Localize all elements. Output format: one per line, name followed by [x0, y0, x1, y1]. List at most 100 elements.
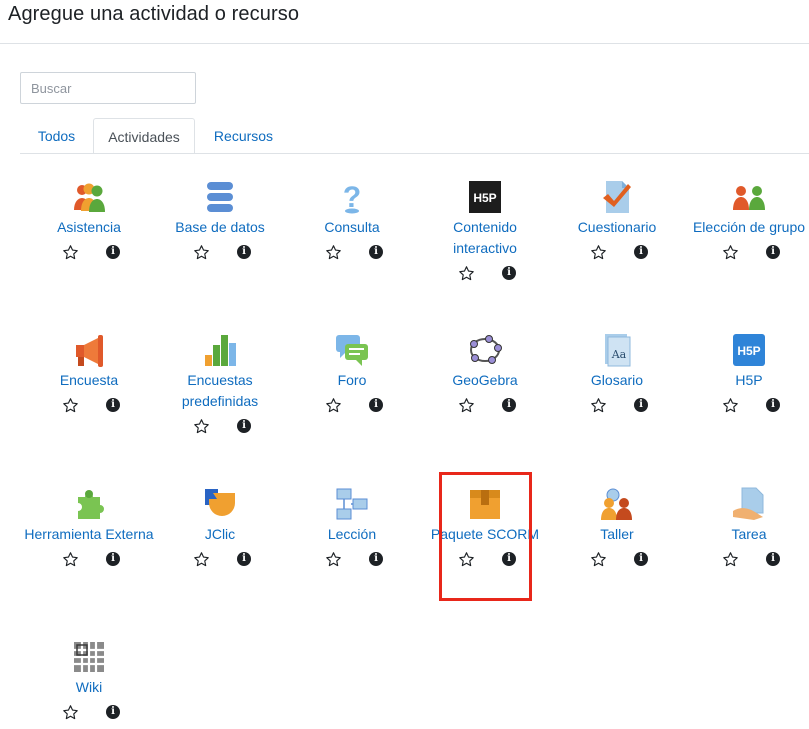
star-icon[interactable]	[722, 397, 739, 414]
activity-eleccion-de-grupo[interactable]: Elección de grupo i	[684, 180, 809, 264]
star-icon[interactable]	[193, 244, 210, 261]
activity-jclic[interactable]: JClic i	[155, 487, 285, 571]
star-icon[interactable]	[590, 551, 607, 568]
activity-name[interactable]: Consulta	[287, 217, 417, 238]
info-icon[interactable]: i	[106, 552, 120, 566]
h5p-dark-icon: H5P	[468, 180, 502, 214]
database-icon	[203, 180, 237, 214]
activity-taller[interactable]: Taller i	[552, 487, 682, 571]
activity-encuestas-predefinidas[interactable]: Encuestas predefinidas i	[155, 333, 285, 438]
activity-name[interactable]: Wiki	[24, 677, 154, 698]
tab-bar: Todos Actividades Recursos	[20, 118, 280, 154]
activity-tarea[interactable]: Tarea i	[684, 487, 809, 571]
tab-divider	[20, 153, 809, 154]
star-icon[interactable]	[590, 397, 607, 414]
activity-actions: i	[24, 244, 154, 264]
activity-name[interactable]: JClic	[155, 524, 285, 545]
activity-glosario[interactable]: Aa Glosario i	[552, 333, 682, 417]
assignment-icon	[732, 487, 766, 521]
activity-name[interactable]: GeoGebra	[420, 370, 550, 391]
star-icon[interactable]	[458, 265, 475, 282]
star-icon[interactable]	[325, 551, 342, 568]
activity-wiki[interactable]: Wiki i	[24, 640, 154, 724]
star-icon[interactable]	[722, 551, 739, 568]
svg-text:Aa: Aa	[611, 348, 627, 361]
info-icon[interactable]: i	[766, 398, 780, 412]
info-icon[interactable]: i	[766, 552, 780, 566]
jclic-icon	[203, 487, 237, 521]
lesson-icon	[335, 487, 369, 521]
activity-actions: i	[155, 418, 285, 438]
info-icon[interactable]: i	[106, 398, 120, 412]
activity-asistencia[interactable]: Asistencia i	[24, 180, 154, 264]
star-icon[interactable]	[325, 244, 342, 261]
info-icon[interactable]: i	[369, 245, 383, 259]
activity-contenido-interactivo[interactable]: H5P Contenido interactivo i	[420, 180, 550, 285]
star-icon[interactable]	[722, 244, 739, 261]
tab-todos[interactable]: Todos	[20, 118, 93, 154]
star-icon[interactable]	[458, 397, 475, 414]
bar-chart-icon	[203, 333, 237, 367]
megaphone-icon	[72, 333, 106, 367]
info-icon[interactable]: i	[106, 705, 120, 719]
activity-actions: i	[24, 397, 154, 417]
info-icon[interactable]: i	[502, 266, 516, 280]
activity-herramienta-externa[interactable]: Herramienta Externa i	[24, 487, 154, 571]
info-icon[interactable]: i	[369, 552, 383, 566]
activity-actions: i	[420, 265, 550, 285]
modal-title: Agregue una actividad o recurso	[8, 3, 300, 25]
activity-foro[interactable]: Foro i	[287, 333, 417, 417]
activity-actions: i	[552, 551, 682, 571]
info-icon[interactable]: i	[502, 398, 516, 412]
activity-actions: i	[684, 244, 809, 264]
modal-header: Agregue una actividad o recurso	[0, 0, 809, 44]
star-icon[interactable]	[62, 397, 79, 414]
info-icon[interactable]: i	[237, 552, 251, 566]
activity-name[interactable]: H5P	[684, 370, 809, 391]
activity-name[interactable]: Cuestionario	[552, 217, 682, 238]
activity-encuesta[interactable]: Encuesta i	[24, 333, 154, 417]
activity-name[interactable]: Herramienta Externa	[24, 524, 154, 545]
info-icon[interactable]: i	[369, 398, 383, 412]
activity-name[interactable]: Taller	[552, 524, 682, 545]
info-icon[interactable]: i	[634, 552, 648, 566]
tab-actividades[interactable]: Actividades	[93, 118, 195, 154]
glossary-icon: Aa	[600, 333, 634, 367]
quiz-icon	[600, 180, 634, 214]
activity-name[interactable]: Asistencia	[24, 217, 154, 238]
info-icon[interactable]: i	[106, 245, 120, 259]
question-icon: ?	[335, 180, 369, 214]
activity-consulta[interactable]: ? Consulta i	[287, 180, 417, 264]
activity-name[interactable]: Contenido interactivo	[420, 217, 550, 259]
activity-h5p[interactable]: H5P H5P i	[684, 333, 809, 417]
activity-name[interactable]: Encuesta	[24, 370, 154, 391]
info-icon[interactable]: i	[237, 245, 251, 259]
activity-name[interactable]: Base de datos	[155, 217, 285, 238]
info-icon[interactable]: i	[634, 398, 648, 412]
info-icon[interactable]: i	[634, 245, 648, 259]
tab-recursos[interactable]: Recursos	[195, 118, 292, 154]
activity-name[interactable]: Tarea	[684, 524, 809, 545]
star-icon[interactable]	[62, 244, 79, 261]
activity-name[interactable]: Lección	[287, 524, 417, 545]
attendance-icon	[72, 180, 106, 214]
info-icon[interactable]: i	[766, 245, 780, 259]
star-icon[interactable]	[62, 551, 79, 568]
wiki-icon	[72, 640, 106, 674]
activity-cuestionario[interactable]: Cuestionario i	[552, 180, 682, 264]
activity-leccion[interactable]: Lección i	[287, 487, 417, 571]
activity-name[interactable]: Foro	[287, 370, 417, 391]
star-icon[interactable]	[193, 551, 210, 568]
activity-name[interactable]: Elección de grupo	[684, 217, 809, 238]
activity-name[interactable]: Glosario	[552, 370, 682, 391]
star-icon[interactable]	[62, 704, 79, 721]
activity-geogebra[interactable]: GeoGebra i	[420, 333, 550, 417]
info-icon[interactable]: i	[237, 419, 251, 433]
star-icon[interactable]	[590, 244, 607, 261]
activity-base-de-datos[interactable]: Base de datos i	[155, 180, 285, 264]
activity-name[interactable]: Encuestas predefinidas	[155, 370, 285, 412]
activity-actions: i	[24, 551, 154, 571]
search-input[interactable]	[20, 72, 196, 104]
star-icon[interactable]	[325, 397, 342, 414]
star-icon[interactable]	[193, 418, 210, 435]
